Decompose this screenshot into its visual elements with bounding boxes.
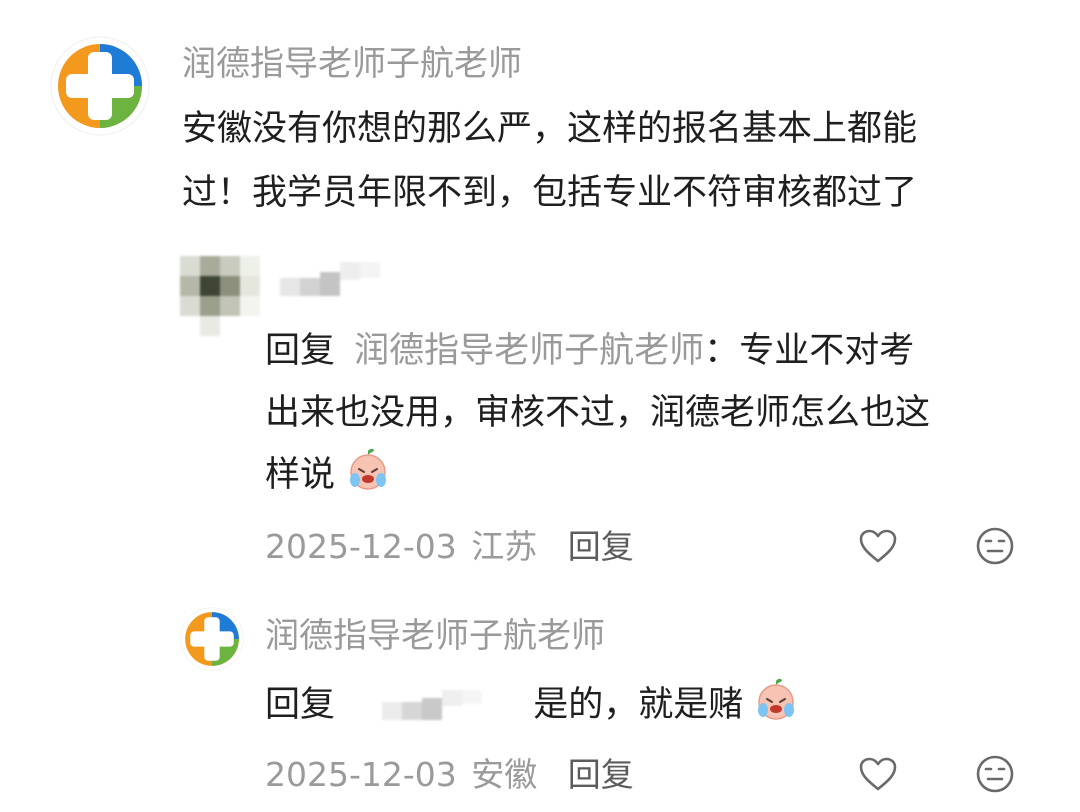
reply-button[interactable]: 回复 — [568, 755, 634, 794]
reply-text-line: 回复 润德指导老师子航老师：专业不对考 — [265, 322, 914, 380]
reply-prefix: 回复 — [265, 331, 336, 371]
blurred-username[interactable] — [280, 262, 380, 298]
blurred-name-icon — [280, 262, 380, 296]
blurred-name-icon — [382, 690, 483, 720]
cross-logo-icon — [50, 36, 150, 136]
comment-date: 2025-12-03 — [265, 527, 457, 566]
dislike-button[interactable] — [973, 524, 1017, 568]
reply-text: 样说 — [265, 455, 336, 495]
comment-text-line: 过！我学员年限不到，包括专业不符审核都过了 — [182, 173, 918, 213]
crying-face-emoji — [754, 678, 798, 740]
crying-face-emoji — [346, 448, 390, 510]
avatar[interactable] — [180, 256, 260, 336]
reply-text-line: 样说 — [265, 446, 390, 510]
reply-text-line: 出来也没用，审核不过，润德老师怎么也这 — [265, 393, 931, 433]
avatar[interactable] — [50, 36, 150, 136]
reply-prefix: 回复 — [265, 685, 336, 725]
comment-date: 2025-12-03 — [265, 755, 457, 794]
dislike-button[interactable] — [973, 752, 1017, 796]
blurred-avatar-icon — [180, 256, 260, 336]
comment-meta: 2025-12-03 江苏 回复 — [265, 524, 634, 570]
like-button[interactable] — [856, 524, 900, 568]
neutral-face-icon — [976, 755, 1014, 793]
comment-meta: 2025-12-03 安徽 回复 — [265, 752, 634, 798]
heart-outline-icon — [859, 529, 897, 563]
reply-text: 专业不对考 — [739, 331, 915, 371]
reply-text: 是的，就是赌 — [533, 685, 744, 725]
heart-outline-icon — [859, 757, 897, 791]
comment-author[interactable]: 润德指导老师子航老师 — [182, 40, 522, 88]
comment-author[interactable]: 润德指导老师子航老师 — [265, 612, 605, 660]
reply-text-line: 回复 是的，就是赌 — [265, 676, 798, 740]
reply-colon: ： — [704, 331, 740, 371]
comment-text-line: 安徽没有你想的那么严，这样的报名基本上都能 — [182, 109, 918, 149]
reply-target[interactable]: 润德指导老师子航老师 — [354, 331, 704, 371]
avatar[interactable] — [180, 607, 244, 671]
comment-location: 安徽 — [471, 755, 538, 794]
reply-button[interactable]: 回复 — [568, 527, 634, 566]
blurred-username[interactable] — [382, 680, 483, 720]
comment-location: 江苏 — [471, 527, 538, 566]
neutral-face-icon — [976, 527, 1014, 565]
cross-logo-icon — [180, 607, 244, 671]
like-button[interactable] — [856, 752, 900, 796]
